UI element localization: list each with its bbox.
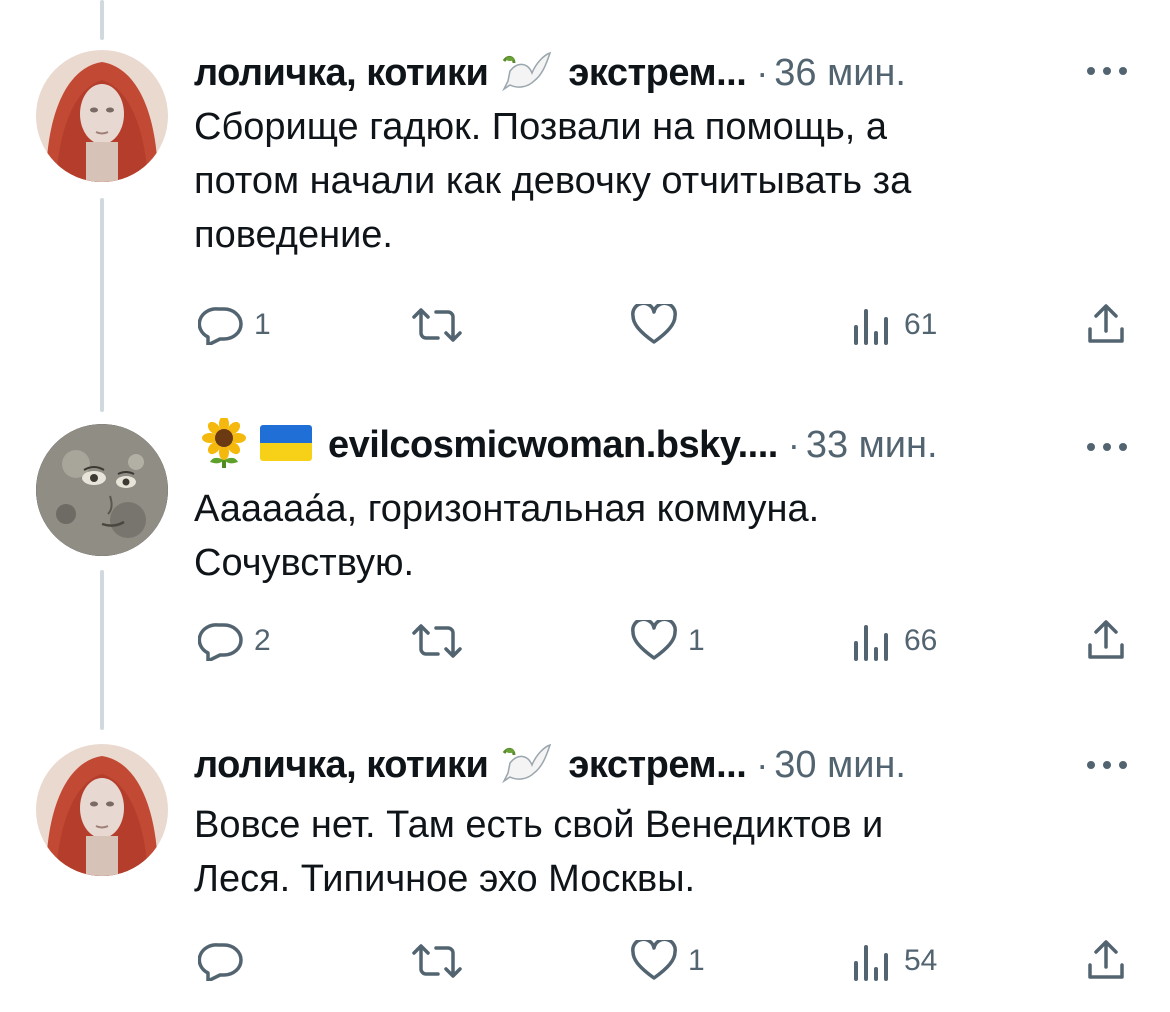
reply-icon xyxy=(198,621,244,661)
action-bar: 2 1 66 xyxy=(0,616,1170,666)
tweet-header: лоличка, котики экстрем... · 36 мин. xyxy=(194,48,906,98)
tweet-text: Аааааа́а, горизонтальная коммуна. Сочувс… xyxy=(194,482,1094,590)
reply-icon xyxy=(198,941,244,981)
avatar[interactable] xyxy=(36,50,168,182)
share-icon xyxy=(1084,939,1128,983)
views-button[interactable]: 66 xyxy=(850,616,937,666)
reply-button[interactable] xyxy=(198,936,254,986)
tweet[interactable]: evilcosmicwoman.bsky.... · 33 мин. Ааааа… xyxy=(0,415,1170,690)
like-count: 1 xyxy=(688,624,705,657)
tweet-text-line: поведение. xyxy=(194,214,393,256)
heart-icon xyxy=(630,940,678,982)
tweet-text-line: Сочувствую. xyxy=(194,542,415,584)
views-chart-icon xyxy=(850,941,894,981)
more-options-icon[interactable] xyxy=(1086,760,1128,770)
retweet-button[interactable] xyxy=(410,300,474,350)
like-button[interactable]: 1 xyxy=(630,936,705,986)
heart-icon xyxy=(630,304,678,346)
retweet-icon xyxy=(410,943,464,979)
reply-count: 2 xyxy=(254,624,271,657)
author-name[interactable]: лоличка, котики xyxy=(194,52,489,95)
views-button[interactable]: 61 xyxy=(850,300,937,350)
views-chart-icon xyxy=(850,305,894,345)
tweet-header: evilcosmicwoman.bsky.... · 33 мин. xyxy=(200,415,938,473)
share-icon xyxy=(1084,619,1128,663)
tweet[interactable]: лоличка, котики экстрем... · 36 мин. Сбо… xyxy=(0,48,1170,358)
timestamp[interactable]: 36 мин. xyxy=(774,52,906,95)
retweet-button[interactable] xyxy=(410,616,474,666)
share-button[interactable] xyxy=(1084,936,1128,986)
tweet-text-line: Вовсе нет. Там есть свой Венедиктов и xyxy=(194,804,884,846)
dove-icon xyxy=(502,51,554,95)
view-count: 61 xyxy=(904,308,938,341)
retweet-icon xyxy=(410,623,464,659)
thread-line xyxy=(100,0,104,40)
reply-icon xyxy=(198,305,244,345)
timestamp[interactable]: 33 мин. xyxy=(806,424,938,467)
views-button[interactable]: 54 xyxy=(850,936,937,986)
more-options-icon[interactable] xyxy=(1086,66,1128,76)
like-button[interactable]: 1 xyxy=(630,616,705,666)
tweet-text-line: потом начали как девочку отчитывать за xyxy=(194,160,912,202)
timestamp[interactable]: 30 мин. xyxy=(774,744,906,787)
view-count: 54 xyxy=(904,944,938,977)
reply-button[interactable]: 2 xyxy=(198,616,271,666)
dove-icon xyxy=(502,743,554,787)
tweet-text: Сборище гадюк. Позвали на помощь, а пото… xyxy=(194,100,1094,262)
heart-icon xyxy=(630,620,678,662)
ukraine-flag-icon xyxy=(260,424,312,466)
more-options-icon[interactable] xyxy=(1086,442,1128,452)
action-bar: 1 61 xyxy=(0,300,1170,350)
reply-button[interactable]: 1 xyxy=(198,300,271,350)
avatar[interactable] xyxy=(36,424,168,556)
author-name[interactable]: лоличка, котики xyxy=(194,744,489,787)
sunflower-icon xyxy=(200,415,248,473)
tweet-text-line: Аааааа́а, горизонтальная коммуна. xyxy=(194,488,820,530)
separator: · xyxy=(756,52,769,93)
avatar[interactable] xyxy=(36,744,168,876)
tweet-text-line: Леся. Типичное эхо Москвы. xyxy=(194,858,696,900)
action-bar: 1 54 xyxy=(0,936,1170,986)
retweet-icon xyxy=(410,307,464,343)
share-icon xyxy=(1084,303,1128,347)
author-name[interactable]: evilcosmicwoman.bsky.... xyxy=(328,424,778,467)
view-count: 66 xyxy=(904,624,938,657)
reply-count: 1 xyxy=(254,308,271,341)
tweet-header: лоличка, котики экстрем... · 30 мин. xyxy=(194,740,906,790)
tweet-text-line: Сборище гадюк. Позвали на помощь, а xyxy=(194,106,888,148)
retweet-button[interactable] xyxy=(410,936,474,986)
like-button[interactable] xyxy=(630,300,688,350)
like-count: 1 xyxy=(688,944,705,977)
separator: · xyxy=(756,744,769,785)
author-handle[interactable]: экстрем... xyxy=(568,744,746,787)
share-button[interactable] xyxy=(1084,300,1128,350)
views-chart-icon xyxy=(850,621,894,661)
tweet-text: Вовсе нет. Там есть свой Венедиктов и Ле… xyxy=(194,798,1094,906)
separator: · xyxy=(787,424,800,465)
author-handle[interactable]: экстрем... xyxy=(568,52,746,95)
share-button[interactable] xyxy=(1084,616,1128,666)
tweet[interactable]: лоличка, котики экстрем... · 30 мин. Вов… xyxy=(0,740,1170,1010)
